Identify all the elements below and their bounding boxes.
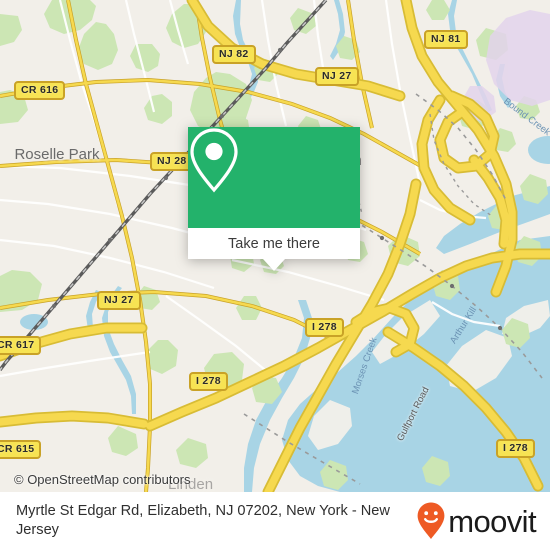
road-shield-nj27-n: NJ 27 (315, 67, 359, 86)
road-shield-cr616: CR 616 (14, 81, 66, 100)
road-shield-cr617: CR 617 (0, 336, 42, 355)
road-shield-cr615: CR 615 (0, 440, 42, 459)
address-text: Myrtle St Edgar Rd, Elizabeth, NJ 07202,… (16, 503, 390, 538)
road-shield-nj82: NJ 82 (212, 45, 256, 64)
road-shield-i278-n: I 278 (305, 318, 344, 337)
moovit-smiley-pin-icon (417, 502, 445, 539)
road-shield-nj28: NJ 28 (150, 152, 194, 171)
popup-header (188, 127, 360, 228)
take-me-there-label: Take me there (228, 235, 320, 252)
moovit-wordmark: moovit (448, 503, 536, 539)
road-shield-nj27-s: NJ 27 (97, 291, 141, 310)
map-pin-icon (190, 128, 238, 193)
road-shield-i278-w: I 278 (189, 372, 228, 391)
footer-bar: Myrtle St Edgar Rd, Elizabeth, NJ 07202,… (0, 492, 550, 550)
road-shield-nj81: NJ 81 (424, 30, 468, 49)
osm-attribution[interactable]: © OpenStreetMap contributors (14, 472, 191, 487)
moovit-logo[interactable]: moovit (416, 501, 537, 541)
road-shield-i278-e: I 278 (496, 439, 535, 458)
take-me-there-button[interactable]: Take me there (188, 228, 360, 259)
popup-pointer (263, 259, 285, 271)
place-label-roselle-park: Roselle Park (14, 146, 100, 163)
location-popup-card[interactable]: Take me there (188, 127, 360, 271)
map-screenshot: NJ 82 NJ 81 NJ 27 CR 616 NJ 28 NJ 27 CR … (0, 0, 550, 550)
map-canvas[interactable]: NJ 82 NJ 81 NJ 27 CR 616 NJ 28 NJ 27 CR … (0, 0, 550, 492)
